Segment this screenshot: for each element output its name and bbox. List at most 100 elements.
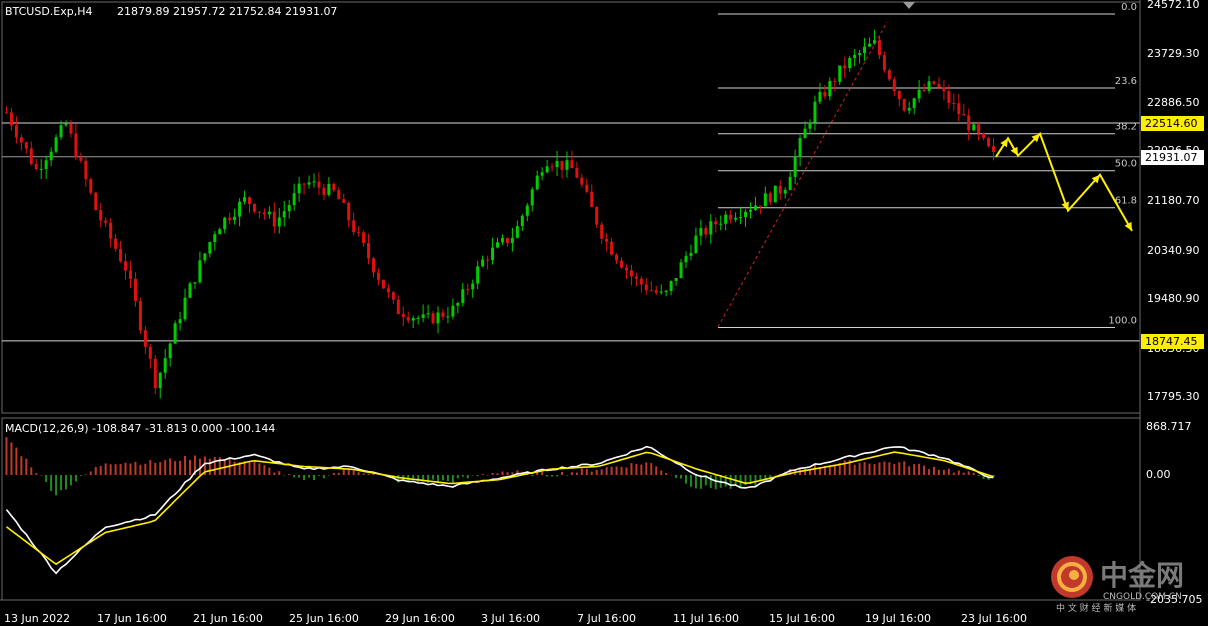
macd-histogram-bar xyxy=(585,468,588,475)
candle-body xyxy=(674,278,678,282)
price-pane: BTCUSD.Exp,H4 21879.89 21957.72 21752.84… xyxy=(1,1,1141,414)
candle-body xyxy=(624,267,628,271)
macd-histogram-bar xyxy=(69,475,72,486)
candle-body xyxy=(858,53,862,55)
macd-histogram-bar xyxy=(35,473,38,475)
projection-arrowhead-icon xyxy=(1061,201,1069,211)
candle-body xyxy=(248,197,252,204)
macd-histogram-bar xyxy=(650,463,653,475)
candle-body xyxy=(882,55,886,71)
candle-body xyxy=(456,303,460,306)
candle-body xyxy=(431,313,435,324)
candle-body xyxy=(897,90,901,100)
candle-body xyxy=(550,166,554,168)
candle-body xyxy=(14,125,18,138)
candle-body xyxy=(818,92,822,102)
macd-histogram-bar xyxy=(967,471,970,475)
candle-body xyxy=(863,46,867,54)
candle-body xyxy=(892,79,896,91)
macd-histogram-bar xyxy=(278,471,281,475)
macd-axis-top: 868.717 xyxy=(1146,420,1192,433)
candle-body xyxy=(823,92,827,97)
macd-histogram-bar xyxy=(258,463,261,475)
macd-histogram-bar xyxy=(853,464,856,475)
candle-body xyxy=(29,148,33,164)
candle-body xyxy=(828,81,832,97)
macd-histogram-bar xyxy=(79,475,82,476)
candle-body xyxy=(664,291,668,293)
macd-histogram-bar xyxy=(84,474,87,475)
date-label: 19 Jul 16:00 xyxy=(865,612,931,625)
macd-histogram-bar xyxy=(322,475,325,479)
macd-histogram-bar xyxy=(878,462,881,475)
candle-body xyxy=(44,160,48,169)
candle-body xyxy=(292,193,296,206)
candle-body xyxy=(198,260,202,283)
candle-body xyxy=(580,177,584,185)
candle-body xyxy=(932,81,936,84)
candle-body xyxy=(600,224,604,239)
macd-histogram-bar xyxy=(20,456,23,475)
macd-histogram-bar xyxy=(352,470,355,475)
candle-body xyxy=(620,260,624,268)
logo-domain: CNGOLD.COM.CN xyxy=(1103,592,1182,602)
candle-body xyxy=(178,319,182,324)
chart-ohlc: 21879.89 21957.72 21752.84 21931.07 xyxy=(117,5,337,18)
macd-histogram-bar xyxy=(565,475,568,476)
macd-histogram-bar xyxy=(828,465,831,475)
candle-body xyxy=(158,372,162,389)
macd-histogram-bar xyxy=(169,458,172,475)
candle-body xyxy=(500,238,504,243)
candle-body xyxy=(977,124,981,134)
candle-body xyxy=(734,217,738,220)
candle-body xyxy=(773,185,777,203)
macd-histogram-bar xyxy=(908,466,911,475)
candle-body xyxy=(183,297,187,320)
macd-histogram-bar xyxy=(273,472,276,475)
macd-histogram-bar xyxy=(104,463,107,475)
price-tick: 19480.90 xyxy=(1147,292,1200,305)
candle-body xyxy=(595,207,599,225)
macd-histogram-bar xyxy=(144,463,147,475)
fib-level-label: 100.0 xyxy=(1108,315,1137,326)
macd-histogram-bar xyxy=(308,475,311,478)
candle-body xyxy=(486,259,490,261)
candle-body xyxy=(719,223,723,225)
macd-axis-zero: 0.00 xyxy=(1146,468,1171,481)
macd-histogram-bar xyxy=(248,462,251,475)
candle-body xyxy=(560,160,564,170)
macd-histogram-bar xyxy=(253,461,256,475)
price-tick: 23729.30 xyxy=(1147,47,1200,60)
macd-histogram-bar xyxy=(610,466,613,475)
candle-body xyxy=(243,197,247,202)
macd-histogram-bar xyxy=(486,474,489,476)
candle-body xyxy=(203,253,207,261)
macd-histogram-bar xyxy=(843,460,846,475)
candle-body xyxy=(89,179,93,193)
candle-body xyxy=(451,305,455,317)
candle-body xyxy=(684,255,688,263)
date-label: 23 Jul 16:00 xyxy=(961,612,1027,625)
macd-histogram-bar xyxy=(546,475,549,477)
candle-body xyxy=(74,133,78,158)
candle-body xyxy=(223,217,227,230)
scroll-marker-icon[interactable] xyxy=(903,2,915,9)
price-marker-18747: 18747.45 xyxy=(1141,334,1204,349)
macd-histogram-bar xyxy=(714,475,717,490)
candle-body xyxy=(213,234,217,243)
macd-histogram-bar xyxy=(337,472,340,475)
price-marker-22514: 22514.60 xyxy=(1141,116,1204,131)
macd-histogram-bar xyxy=(50,475,53,492)
candle-body xyxy=(545,166,549,173)
logo-name: 中金网 xyxy=(1100,559,1184,592)
candle-body xyxy=(188,283,192,298)
candle-body xyxy=(128,270,132,279)
fib-level-label: 23.6 xyxy=(1115,76,1137,87)
candle-body xyxy=(9,112,13,126)
candle-body xyxy=(138,301,142,331)
macd-histogram-bar xyxy=(208,458,211,475)
candle-body xyxy=(649,290,653,292)
macd-histogram-bar xyxy=(600,469,603,475)
macd-histogram-bar xyxy=(357,472,360,475)
macd-histogram-bar xyxy=(977,475,980,477)
